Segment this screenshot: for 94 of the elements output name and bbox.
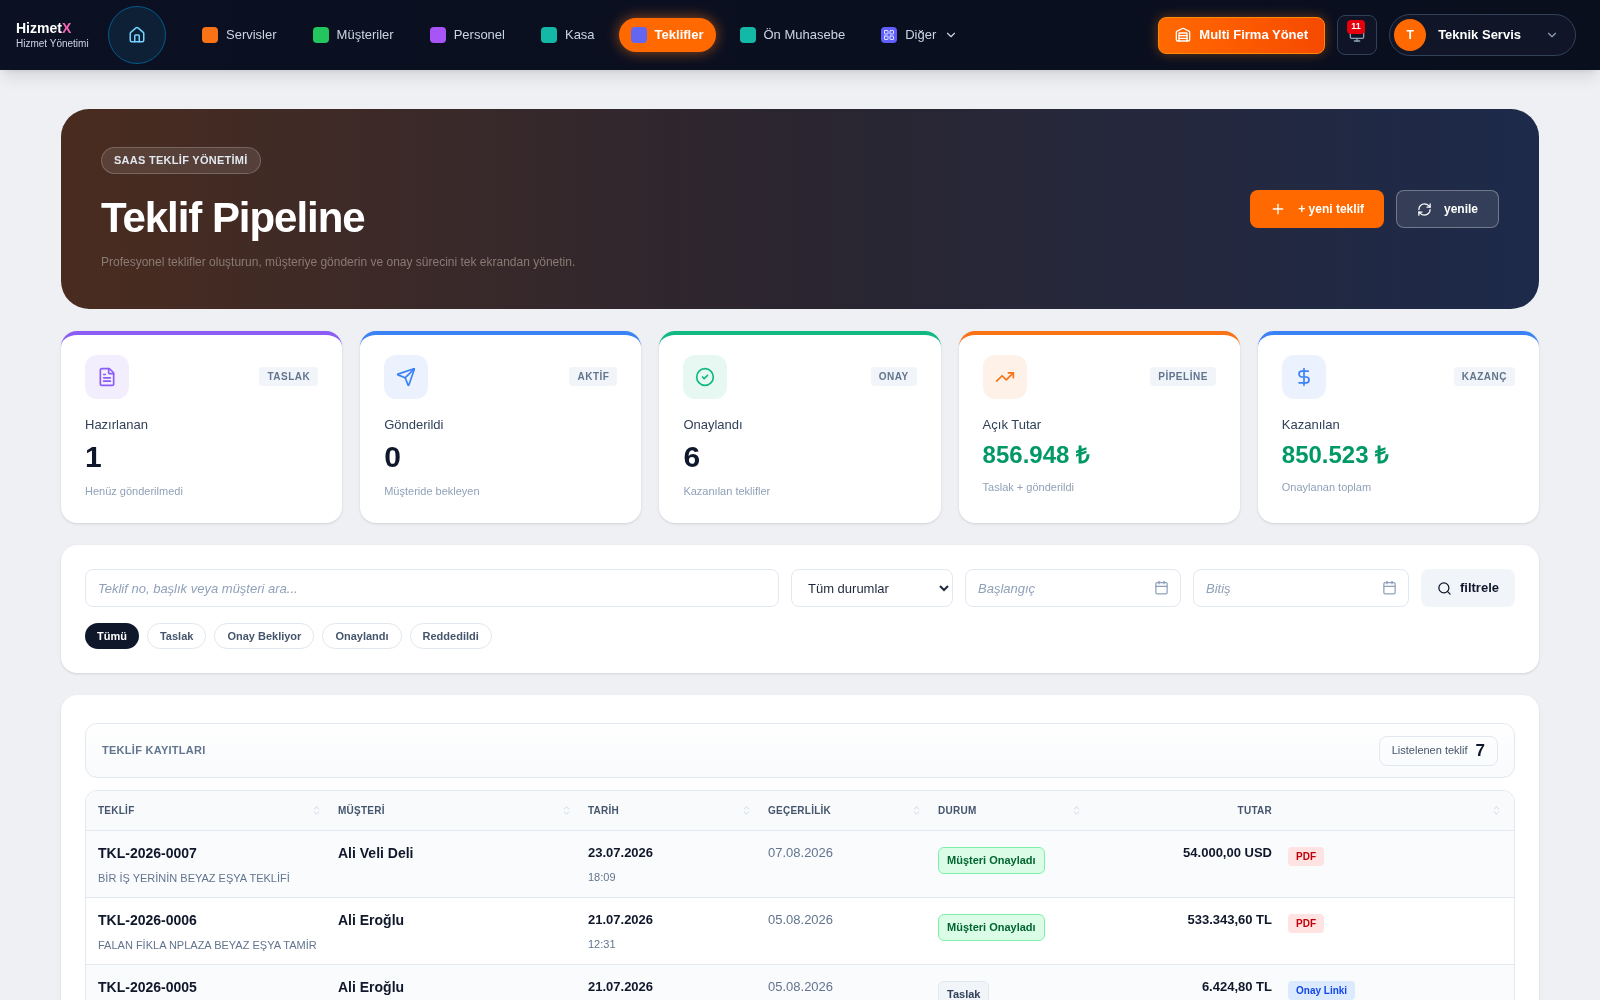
stat-tag: PİPELİNE bbox=[1150, 367, 1216, 386]
stat-value: 1 bbox=[85, 438, 103, 475]
hero-badge: SAAS TEKLİF YÖNETİMİ bbox=[101, 147, 261, 174]
sort-icon[interactable] bbox=[311, 805, 322, 816]
stat-value: 0 bbox=[384, 438, 402, 475]
offer-date: 23.07.2026 bbox=[588, 844, 655, 862]
valid-until: 05.08.2026 bbox=[768, 911, 835, 929]
valid-until: 07.08.2026 bbox=[768, 844, 835, 862]
nav-tab[interactable]: Ön Muhasebe bbox=[727, 18, 858, 52]
stat-label: Gönderildi bbox=[384, 416, 445, 434]
stat-value: 6 bbox=[683, 438, 702, 475]
count-label: Listelenen teklif bbox=[1391, 743, 1468, 759]
offer-date: 21.07.2026 bbox=[588, 911, 655, 929]
offer-number: TKL-2026-0006 bbox=[98, 911, 198, 930]
records-title: TEKLİF KAYITLARI bbox=[102, 743, 206, 759]
building-icon bbox=[1175, 27, 1192, 43]
nav-tab[interactable]: Müşteriler bbox=[300, 18, 406, 52]
user-menu[interactable]: T Teknik Servis bbox=[1389, 14, 1576, 56]
calendar-icon bbox=[1382, 580, 1397, 595]
valid-until: 05.08.2026 bbox=[768, 978, 835, 996]
brand-logo: HizmetX bbox=[16, 20, 73, 38]
offer-date: 21.07.2026 bbox=[588, 978, 655, 996]
offer-amount: 54.000,00 USD bbox=[1182, 844, 1273, 862]
refresh-button[interactable]: yenile bbox=[1395, 190, 1499, 228]
stat-icon bbox=[695, 367, 716, 387]
search-field[interactable]: Teklif no, başlık veya müşteri ara... bbox=[85, 569, 779, 607]
search-icon bbox=[1437, 580, 1452, 596]
sort-icon[interactable] bbox=[1491, 805, 1502, 816]
column-header[interactable]: GEÇERLİLİK bbox=[768, 803, 832, 818]
sort-icon[interactable] bbox=[561, 805, 572, 816]
user-avatar: T bbox=[1394, 19, 1427, 51]
stat-label: Açık Tutar bbox=[982, 416, 1043, 434]
filter-button[interactable]: filtrele bbox=[1421, 569, 1515, 607]
approval-link[interactable]: Onay Linki bbox=[1288, 981, 1356, 1000]
offer-title: FALAN FİKLA NPLAZA BEYAZ EŞYA TAMİR bbox=[98, 938, 318, 953]
offer-time: 18:09 bbox=[588, 869, 617, 885]
page-title: Teklif Pipeline bbox=[101, 192, 365, 243]
stat-icon bbox=[396, 367, 417, 387]
nav-tab[interactable]: Kasa bbox=[528, 18, 607, 52]
stat-icon bbox=[97, 367, 117, 387]
brand-subtitle: Hizmet Yönetimi bbox=[16, 37, 90, 50]
stat-tag: KAZANÇ bbox=[1453, 367, 1515, 386]
customer-name: Ali Eroğlu bbox=[338, 978, 406, 997]
stat-label: Onaylandı bbox=[683, 416, 744, 434]
refresh-icon bbox=[1416, 201, 1432, 217]
stat-value: 850.523 ₺ bbox=[1281, 439, 1391, 470]
status-badge: Müşteri Onayladı bbox=[938, 847, 1045, 874]
column-header[interactable]: TARİH bbox=[588, 803, 620, 818]
nav-more[interactable]: Diğer bbox=[869, 25, 971, 45]
grid-icon bbox=[881, 27, 898, 43]
page-subtitle: Profesyonel teklifler oluşturun, müşteriye gönderin ve onay sürecini tek ekrandan yönetin. bbox=[101, 253, 576, 271]
column-header[interactable]: MÜŞTERİ bbox=[338, 803, 385, 818]
column-header[interactable]: TUTAR bbox=[1237, 803, 1272, 818]
column-header[interactable]: TEKLİF bbox=[98, 803, 135, 818]
notification-badge: 11 bbox=[1347, 20, 1365, 34]
date-field[interactable]: Başlangıç bbox=[965, 569, 1181, 607]
sort-icon[interactable] bbox=[911, 805, 922, 816]
sort-icon[interactable] bbox=[1071, 805, 1082, 816]
stat-label: Kazanılan bbox=[1281, 416, 1341, 434]
status-badge: Taslak bbox=[938, 981, 990, 1000]
stat-note: Onaylanan toplam bbox=[1281, 479, 1373, 495]
pdf-link[interactable]: PDF bbox=[1288, 847, 1324, 866]
calendar-icon bbox=[1154, 580, 1169, 595]
offer-amount: 6.424,80 TL bbox=[1200, 978, 1273, 996]
status-select[interactable]: Tüm durumlar bbox=[791, 569, 953, 607]
nav-tab[interactable]: Servisler bbox=[190, 18, 289, 52]
column-header[interactable]: DURUM bbox=[938, 803, 977, 818]
home-icon bbox=[128, 26, 146, 44]
notification-button[interactable]: 11 bbox=[1337, 15, 1378, 55]
stat-value: 856.948 ₺ bbox=[982, 439, 1092, 470]
table-row[interactable]: TKL-2026-0007 BİR İŞ YERİNİN BEYAZ EŞYA TEKLİFİ Ali Veli Deli 23.07.2026 18:09 07.08.2026 Müşteri Onayladı 54.000,00 USD PDF bbox=[86, 831, 1514, 898]
offer-time: 12:31 bbox=[588, 936, 617, 952]
stat-tag: TASLAK bbox=[259, 367, 319, 386]
stat-tag: AKTİF bbox=[569, 367, 618, 386]
offer-number: TKL-2026-0007 bbox=[98, 844, 198, 863]
stat-note: Kazanılan teklifler bbox=[683, 483, 772, 499]
stat-note: Taslak + gönderildi bbox=[982, 479, 1076, 495]
customer-name: Ali Veli Deli bbox=[338, 844, 415, 863]
sort-icon[interactable] bbox=[741, 805, 752, 816]
date-field[interactable]: Bitiş bbox=[1193, 569, 1409, 607]
nav-tab[interactable]: Personel bbox=[417, 18, 517, 52]
customer-name: Ali Eroğlu bbox=[338, 911, 406, 930]
status-badge: Müşteri Onayladı bbox=[938, 914, 1045, 941]
table-row[interactable]: TKL-2026-0005 Ali Eroğlu 21.07.2026 05.08.2026 Taslak 6.424,80 TL Onay Linki bbox=[86, 965, 1514, 1000]
offer-amount: 533.343,60 TL bbox=[1186, 911, 1273, 929]
stat-note: Henüz gönderilmedi bbox=[85, 483, 184, 499]
pdf-link[interactable]: PDF bbox=[1288, 914, 1324, 933]
stat-label: Hazırlanan bbox=[85, 416, 149, 434]
filter-chip[interactable]: Tümü bbox=[85, 623, 139, 649]
stat-tag: ONAY bbox=[870, 367, 917, 386]
stat-note: Müşteride bekleyen bbox=[384, 483, 481, 499]
offer-number: TKL-2026-0005 bbox=[98, 978, 198, 997]
count-value: 7 bbox=[1475, 739, 1485, 762]
offer-title: BİR İŞ YERİNİN BEYAZ EŞYA TEKLİFİ bbox=[98, 871, 291, 886]
